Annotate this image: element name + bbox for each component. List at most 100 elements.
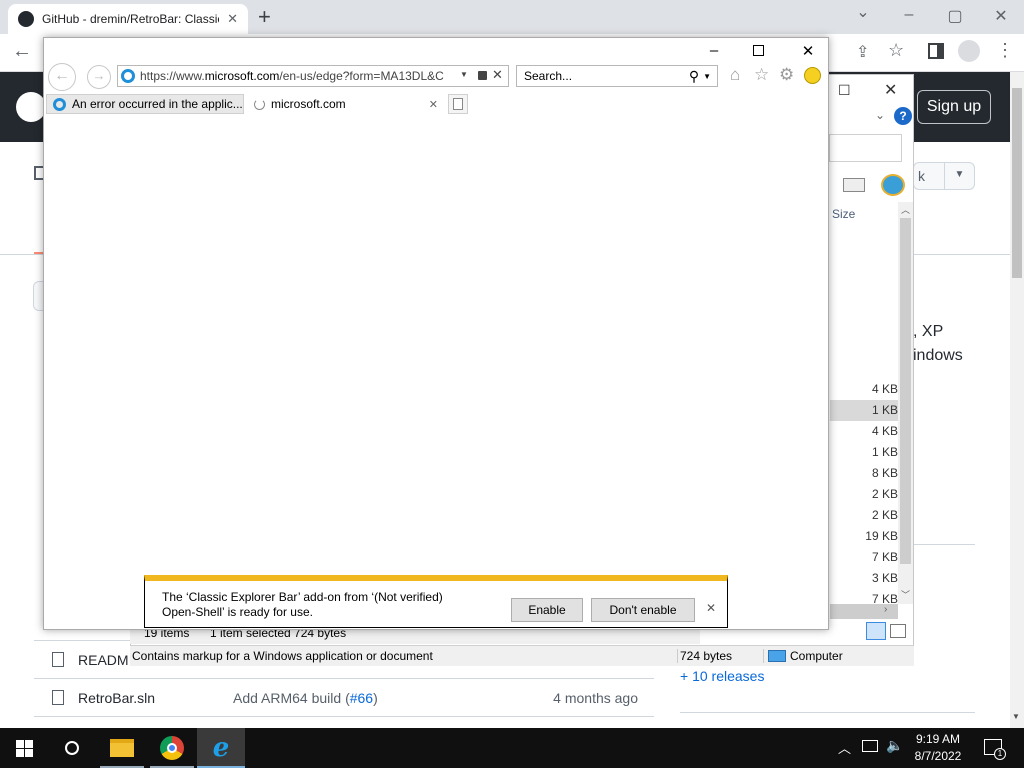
explorer-close-button[interactable]: ✕ bbox=[884, 80, 897, 100]
ie-tab-close-icon[interactable]: ✕ bbox=[429, 98, 438, 111]
ie-maximize-button[interactable] bbox=[753, 45, 764, 56]
home-icon[interactable]: ⌂ bbox=[730, 65, 740, 85]
start-button[interactable] bbox=[0, 728, 48, 768]
ie-new-tab-button[interactable] bbox=[448, 94, 468, 114]
row-divider bbox=[34, 716, 654, 717]
close-tab-icon[interactable]: ✕ bbox=[227, 11, 238, 27]
file-name[interactable]: READM bbox=[78, 652, 129, 668]
explorer-maximize-button[interactable]: ☐ bbox=[838, 82, 851, 99]
ie-close-button[interactable]: ✕ bbox=[798, 42, 818, 60]
back-arrow-icon[interactable]: ← bbox=[12, 40, 32, 63]
ie-address-bar[interactable]: https://www. microsoft.com/en-us/edge?for… bbox=[117, 65, 509, 87]
file-size-cell[interactable]: 7 KB bbox=[840, 547, 898, 568]
smiley-feedback-icon[interactable] bbox=[804, 67, 821, 84]
commit-message-end: ) bbox=[373, 689, 378, 706]
file-size-cell[interactable]: 4 KB bbox=[840, 421, 898, 442]
code-button-fragment: k bbox=[918, 168, 925, 184]
explorer-hscroll[interactable] bbox=[830, 604, 898, 619]
file-size-cell[interactable]: 1 KB bbox=[840, 400, 898, 421]
chrome-taskbar-button[interactable] bbox=[148, 728, 196, 768]
commit-message-text[interactable]: Add ARM64 build ( bbox=[233, 690, 350, 706]
file-size-cell[interactable]: 19 KB bbox=[840, 526, 898, 547]
ie-forward-button[interactable]: → bbox=[87, 65, 111, 89]
internet-explorer-icon: e bbox=[212, 733, 230, 763]
explorer-email-icon[interactable] bbox=[843, 178, 865, 192]
ie-search-box[interactable]: Search... ⚲ ▼ bbox=[516, 65, 718, 87]
chrome-tab-title: GitHub - dremin/RetroBar: Classic bbox=[42, 12, 220, 26]
explorer-chevron-icon[interactable]: ⌄ bbox=[875, 108, 885, 122]
file-icon bbox=[52, 652, 64, 667]
search-icon[interactable]: ⚲ bbox=[689, 68, 699, 85]
hscroll-right-icon[interactable]: › bbox=[884, 604, 887, 615]
search-dropdown-icon[interactable]: ▼ bbox=[703, 72, 711, 81]
github-favicon-icon bbox=[18, 11, 34, 27]
explorer-scroll-down-icon[interactable]: ﹀ bbox=[901, 588, 910, 601]
explorer-scroll-up-icon[interactable]: ︿ bbox=[901, 203, 910, 216]
table-row[interactable]: RetroBar.sln Add ARM64 build (#66) 4 mon… bbox=[34, 678, 654, 716]
favorites-star-icon[interactable]: ☆ bbox=[754, 65, 769, 85]
tray-chevron-icon[interactable]: ︿ bbox=[838, 738, 851, 757]
file-size-cell[interactable]: 8 KB bbox=[840, 463, 898, 484]
notification-message: The ‘Classic Explorer Bar’ add-on from ‘… bbox=[162, 590, 443, 620]
chrome-chevron-icon[interactable]: ⌄ bbox=[840, 2, 886, 22]
tools-gear-icon[interactable]: ⚙ bbox=[779, 65, 794, 85]
ie-taskbar-button[interactable]: e bbox=[197, 728, 245, 768]
file-explorer-taskbar-button[interactable] bbox=[98, 728, 146, 768]
commit-link[interactable]: #66 bbox=[350, 690, 373, 706]
file-name[interactable]: RetroBar.sln bbox=[78, 690, 233, 706]
signup-button[interactable]: Sign up bbox=[917, 90, 991, 124]
new-tab-button[interactable]: + bbox=[258, 4, 271, 30]
help-icon[interactable]: ? bbox=[894, 107, 912, 125]
status-size: 724 bytes bbox=[678, 649, 764, 663]
windows-logo-icon bbox=[15, 739, 33, 757]
size-column-header[interactable]: Size bbox=[832, 207, 855, 221]
status-description: Contains markup for a Windows applicatio… bbox=[132, 649, 678, 663]
about-divider bbox=[913, 544, 975, 545]
bookmark-star-icon[interactable]: ☆ bbox=[888, 40, 904, 61]
search-taskbar-button[interactable] bbox=[48, 728, 96, 768]
computer-icon bbox=[768, 650, 786, 662]
details-view-icon[interactable] bbox=[866, 622, 886, 640]
chrome-scrollbar[interactable] bbox=[1010, 72, 1024, 728]
classic-shell-icon[interactable] bbox=[881, 174, 905, 196]
about-text-line1: , XP bbox=[913, 323, 944, 340]
ie-tab-microsoft[interactable]: microsoft.com ✕ bbox=[246, 94, 442, 114]
chrome-minimize-button[interactable]: – bbox=[886, 6, 932, 24]
chrome-maximize-button[interactable]: ▢ bbox=[932, 6, 978, 26]
chrome-close-button[interactable]: ✕ bbox=[978, 6, 1024, 26]
file-size-cell[interactable]: 4 KB bbox=[840, 379, 898, 400]
github-logo-icon[interactable] bbox=[16, 92, 46, 122]
chrome-menu-icon[interactable]: ⋮ bbox=[996, 40, 1014, 61]
dont-enable-button[interactable]: Don't enable bbox=[591, 598, 695, 622]
url-rest: /en-us/edge?form=MA13DL&C bbox=[279, 69, 444, 83]
explorer-scroll-thumb[interactable] bbox=[900, 218, 911, 564]
ie-minimize-button[interactable]: – bbox=[704, 42, 724, 59]
lock-icon[interactable] bbox=[478, 71, 487, 80]
network-icon[interactable] bbox=[862, 740, 878, 752]
url-domain: microsoft.com bbox=[204, 69, 280, 83]
chrome-icon bbox=[160, 736, 184, 760]
clock[interactable]: 9:19 AM 8/7/2022 bbox=[900, 731, 976, 765]
tiles-view-icon[interactable] bbox=[890, 624, 906, 638]
profile-icon[interactable] bbox=[958, 40, 980, 62]
address-stop-icon[interactable]: ✕ bbox=[492, 67, 503, 83]
ie-tab-error[interactable]: An error occurred in the applic... bbox=[46, 94, 244, 114]
ie-back-button[interactable]: ← bbox=[48, 63, 76, 91]
notification-close-button[interactable]: ✕ bbox=[706, 601, 716, 615]
scrollbar-thumb[interactable] bbox=[1012, 88, 1022, 278]
file-size-cell[interactable]: 3 KB bbox=[840, 568, 898, 589]
share-icon[interactable]: ⇪ bbox=[856, 42, 869, 62]
code-dropdown-icon[interactable]: ▼ bbox=[944, 162, 974, 190]
file-size-cell[interactable]: 2 KB bbox=[840, 484, 898, 505]
chrome-tab-github[interactable]: GitHub - dremin/RetroBar: Classic ✕ bbox=[8, 4, 248, 34]
side-panel-icon[interactable] bbox=[928, 43, 944, 59]
file-size-cell[interactable]: 2 KB bbox=[840, 505, 898, 526]
explorer-search-box[interactable] bbox=[829, 134, 902, 162]
ie-tab-icon bbox=[53, 97, 66, 111]
enable-button[interactable]: Enable bbox=[511, 598, 583, 622]
scroll-down-arrow-icon[interactable]: ▼ bbox=[1012, 712, 1020, 721]
file-size-cell[interactable]: 1 KB bbox=[840, 442, 898, 463]
explorer-status-bar: Contains markup for a Windows applicatio… bbox=[130, 645, 914, 666]
address-dropdown-icon[interactable]: ▼ bbox=[460, 70, 468, 79]
releases-link[interactable]: + 10 releases bbox=[680, 668, 764, 684]
